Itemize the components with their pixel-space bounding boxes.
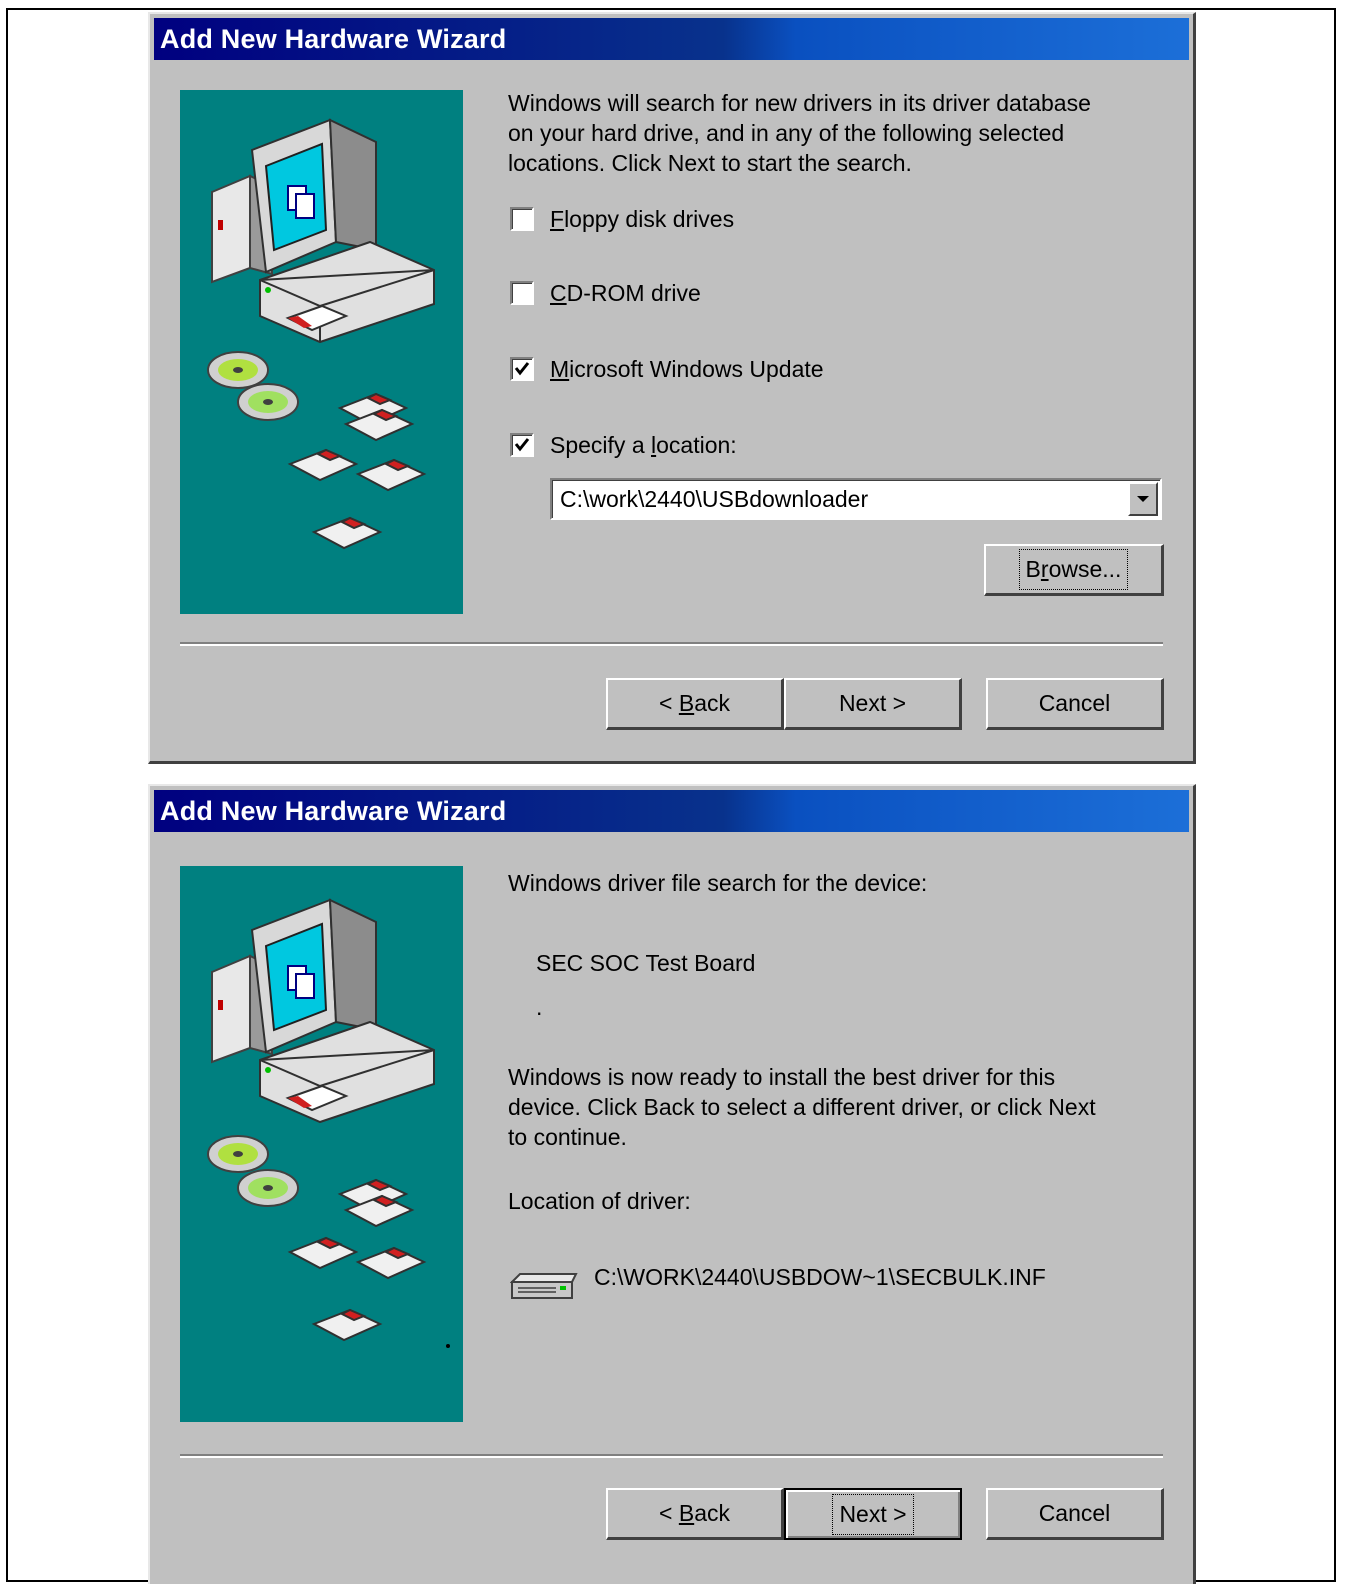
chevron-down-icon: [1137, 496, 1149, 502]
windows-update-checkbox[interactable]: [510, 357, 534, 381]
windows-update-checkbox-label: Microsoft Windows Update: [550, 356, 824, 383]
browse-label-rest: owse...: [1048, 556, 1122, 582]
ready-line-1: Windows is now ready to install the best…: [508, 1064, 1056, 1090]
location-of-driver-label: Location of driver:: [508, 1188, 691, 1214]
next-button-label: Next >: [838, 690, 907, 716]
specify-location-checkbox[interactable]: [510, 433, 534, 457]
back-label-pre: <: [659, 690, 679, 716]
ready-line-2: device. Click Back to select a different…: [508, 1094, 1096, 1120]
browse-button-label: Browse...: [1018, 549, 1129, 590]
next-button[interactable]: Next >: [784, 1488, 962, 1540]
cdrom-label-rest: D-ROM drive: [566, 279, 701, 306]
specify-location-checkbox-label: Specify a location:: [550, 432, 737, 459]
cancel-button[interactable]: Cancel: [986, 678, 1164, 730]
cdrom-checkbox-label: CD-ROM drive: [550, 280, 701, 307]
browse-button[interactable]: Browse...: [984, 544, 1164, 596]
floppy-hotkey: F: [550, 205, 565, 232]
stray-dot: .: [536, 994, 543, 1020]
browse-hotkey: r: [1040, 556, 1049, 582]
specify-location-label-rest: ocation:: [656, 431, 737, 458]
check-icon: [514, 438, 530, 452]
location-combobox[interactable]: C:\work\2440\USBdownloader: [550, 478, 1162, 520]
next-button[interactable]: Next >: [784, 678, 962, 730]
separator: [180, 642, 1163, 646]
cdrom-checkbox-row[interactable]: CD-ROM drive: [510, 276, 701, 310]
cancel-button[interactable]: Cancel: [986, 1488, 1164, 1540]
wizard-dialog-driver-found: Add New Hardware Wizard Windows driver f…: [148, 784, 1196, 1584]
specify-location-checkbox-row[interactable]: Specify a location:: [510, 428, 737, 462]
intro-text: Windows will search for new drivers in i…: [508, 88, 1168, 178]
back-button-label: < Back: [659, 1500, 730, 1527]
driver-path: C:\WORK\2440\USBDOW~1\SECBULK.INF: [594, 1264, 1046, 1290]
drive-icon: [509, 1270, 578, 1307]
back-button[interactable]: < Back: [606, 1488, 784, 1540]
computer-and-disks-icon: [207, 898, 450, 1348]
ready-text: Windows is now ready to install the best…: [508, 1062, 1188, 1152]
intro-line-2: on your hard drive, and in any of the fo…: [508, 120, 1065, 146]
back-hotkey: B: [678, 1500, 695, 1526]
browse-label-pre: B: [1025, 556, 1041, 582]
back-hotkey: B: [678, 690, 695, 716]
floppy-checkbox[interactable]: [510, 207, 534, 231]
location-dropdown-button[interactable]: [1128, 482, 1158, 516]
check-icon: [514, 362, 530, 376]
floppy-checkbox-label: Floppy disk drives: [550, 206, 734, 233]
specify-location-label-pre: Specify a: [550, 431, 651, 458]
wizard-dialog-search-locations: Add New Hardware Wizard Windows will sea…: [148, 12, 1196, 764]
title-bar[interactable]: Add New Hardware Wizard: [154, 790, 1189, 832]
dialog-title: Add New Hardware Wizard: [160, 796, 507, 826]
computer-and-disks-icon: [207, 118, 435, 550]
wizard-illustration: [180, 90, 463, 614]
intro-line-3: locations. Click Next to start the searc…: [508, 150, 912, 176]
intro-line-1: Windows will search for new drivers in i…: [508, 90, 1091, 116]
wizard-illustration: [180, 866, 463, 1422]
back-button-label: < Back: [659, 690, 730, 717]
device-name: SEC SOC Test Board: [536, 950, 756, 976]
cancel-button-label: Cancel: [1038, 1500, 1111, 1526]
windows-update-hotkey: M: [550, 355, 570, 382]
back-label-rest: ack: [694, 1500, 730, 1526]
windows-update-checkbox-row[interactable]: Microsoft Windows Update: [510, 352, 824, 386]
floppy-label-rest: loppy disk drives: [564, 205, 735, 232]
back-button[interactable]: < Back: [606, 678, 784, 730]
location-value[interactable]: C:\work\2440\USBdownloader: [560, 486, 868, 513]
next-button-label: Next >: [832, 1493, 914, 1535]
back-label-pre: <: [659, 1500, 679, 1526]
title-bar[interactable]: Add New Hardware Wizard: [154, 18, 1189, 60]
cdrom-checkbox[interactable]: [510, 281, 534, 305]
cdrom-hotkey: C: [550, 279, 567, 306]
cancel-button-label: Cancel: [1038, 690, 1111, 716]
search-label: Windows driver file search for the devic…: [508, 870, 928, 896]
separator: [180, 1454, 1163, 1458]
dialog-title: Add New Hardware Wizard: [160, 24, 507, 54]
floppy-checkbox-row[interactable]: Floppy disk drives: [510, 202, 734, 236]
windows-update-label-rest: icrosoft Windows Update: [569, 355, 824, 382]
back-label-rest: ack: [694, 690, 730, 716]
ready-line-3: to continue.: [508, 1124, 627, 1150]
